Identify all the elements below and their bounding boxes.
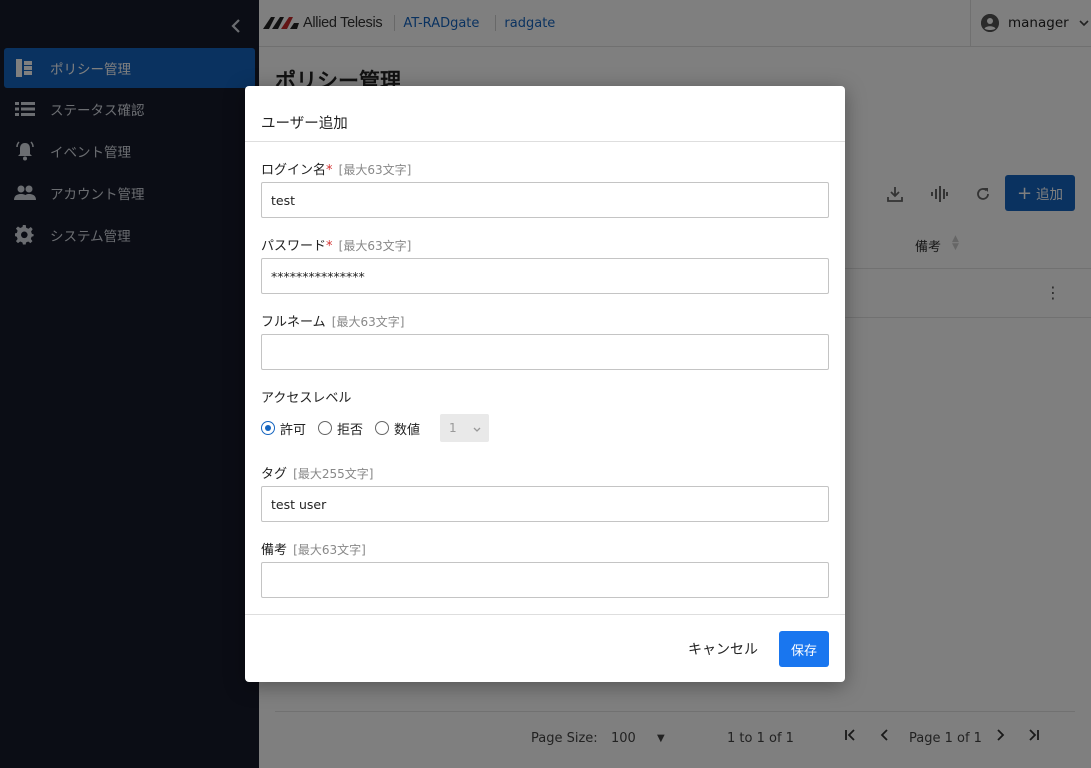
cancel-button[interactable]: キャンセル xyxy=(688,639,758,659)
access-level-radio-group: 許可 拒否 数値 1 xyxy=(261,414,490,442)
login-name-label: ログイン名* [最大63文字] xyxy=(261,159,411,178)
password-input[interactable]: *************** xyxy=(261,258,829,294)
radio-label: 許可 xyxy=(280,422,307,438)
access-allow-radio[interactable]: 許可 xyxy=(261,419,306,438)
save-button[interactable]: 保存 xyxy=(779,631,829,667)
password-label: パスワード* [最大63文字] xyxy=(261,235,411,254)
field-hint: [最大63文字] xyxy=(338,239,412,253)
full-name-input[interactable] xyxy=(261,334,829,370)
required-mark: * xyxy=(326,163,333,178)
access-level-label: アクセスレベル xyxy=(261,391,352,406)
note-label: 備考 [最大63文字] xyxy=(261,539,366,558)
access-level-select[interactable]: 1 xyxy=(440,414,490,442)
tag-input[interactable]: test user xyxy=(261,486,829,522)
radio-unchecked-icon xyxy=(318,421,333,435)
field-hint: [最大255文字] xyxy=(293,467,374,481)
add-user-dialog: ユーザー追加 ログイン名* [最大63文字] test パスワード* [最大63… xyxy=(245,86,845,682)
full-name-label: フルネーム [最大63文字] xyxy=(261,311,404,330)
dialog-title: ユーザー追加 xyxy=(245,86,845,142)
radio-unchecked-icon xyxy=(375,421,390,435)
dialog-footer: キャンセル 保存 xyxy=(245,614,845,682)
field-hint: [最大63文字] xyxy=(293,543,366,557)
required-mark: * xyxy=(326,239,333,254)
field-hint: [最大63文字] xyxy=(338,163,412,177)
radio-checked-icon xyxy=(261,421,275,435)
level-select-value: 1 xyxy=(449,421,457,435)
field-hint: [最大63文字] xyxy=(331,315,405,329)
full-name-label-text: フルネーム xyxy=(261,315,326,330)
tag-label-text: タグ xyxy=(261,467,288,482)
note-label-text: 備考 xyxy=(261,543,288,558)
login-name-label-text: ログイン名 xyxy=(261,163,327,178)
login-name-input[interactable]: test xyxy=(261,182,829,218)
password-label-text: パスワード xyxy=(261,239,327,254)
access-numeric-radio[interactable]: 数値 xyxy=(375,419,420,438)
tag-label: タグ [最大255文字] xyxy=(261,463,373,482)
radio-label: 拒否 xyxy=(337,422,364,438)
note-input[interactable] xyxy=(261,562,829,598)
radio-label: 数値 xyxy=(394,422,421,438)
chevron-down-icon xyxy=(473,421,481,435)
access-deny-radio[interactable]: 拒否 xyxy=(318,419,363,438)
